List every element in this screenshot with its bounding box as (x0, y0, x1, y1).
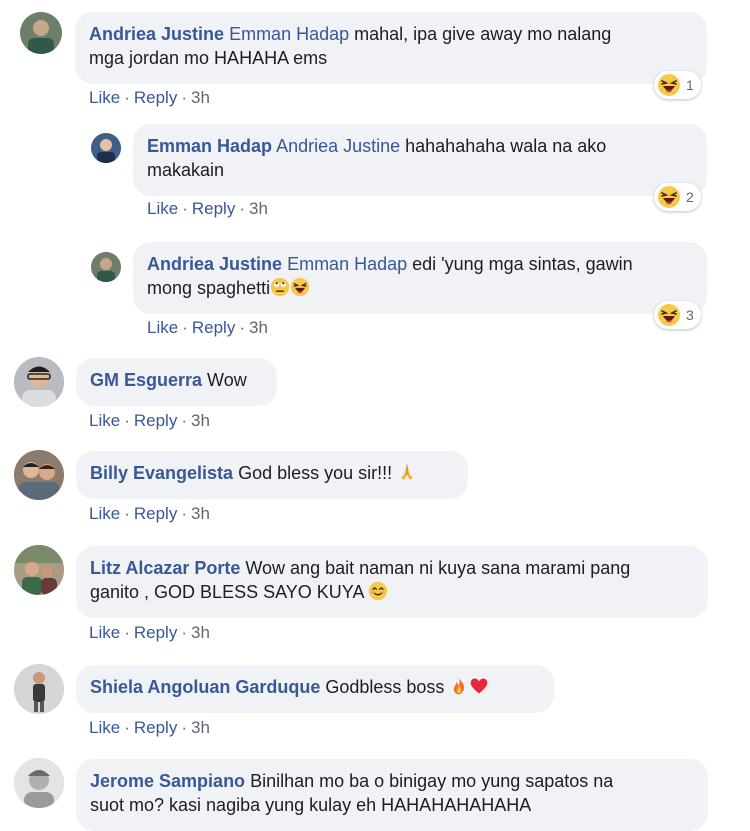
comment-text: edi 'yung mga sintas, gawin (407, 254, 633, 274)
comment-author[interactable]: GM Esguerra (90, 370, 202, 390)
comment-bubble: Andriea Justine Emman Hadap edi 'yung mg… (133, 242, 707, 314)
comment-text: ganito , GOD BLESS SAYO KUYA (90, 582, 369, 602)
reply-link[interactable]: Reply (134, 411, 177, 430)
avatar[interactable] (91, 252, 121, 282)
comment-author[interactable]: Andriea Justine (147, 254, 282, 274)
comment-bubble: Litz Alcazar Porte Wow ang bait naman ni… (76, 546, 708, 618)
like-link[interactable]: Like (147, 318, 178, 337)
comment-bubble: Shiela Angoluan Garduque Godbless boss (76, 665, 554, 713)
haha-reaction-icon (657, 73, 681, 97)
comment-text: suot mo? kasi nagiba yung kulay eh HAHAH… (90, 795, 532, 815)
comment-text: mong spaghetti (147, 278, 271, 298)
comment-text: Godbless boss (320, 677, 450, 697)
grin-emoji-icon (290, 277, 310, 297)
comment-mention[interactable]: Emman Hadap (229, 24, 349, 44)
like-link[interactable]: Like (89, 411, 120, 430)
reply-link[interactable]: Reply (134, 88, 177, 107)
reply-link[interactable]: Reply (134, 623, 177, 642)
comment-text: mahal, ipa give away mo nalang (349, 24, 612, 44)
comment-author[interactable]: Emman Hadap (147, 136, 272, 156)
avatar[interactable] (14, 450, 64, 500)
like-link[interactable]: Like (147, 199, 178, 218)
avatar[interactable] (20, 12, 62, 54)
avatar[interactable] (14, 664, 64, 714)
comment-author[interactable]: Billy Evangelista (90, 463, 233, 483)
comment-actions: Like · Reply · 3h (147, 199, 268, 218)
comment-mention[interactable]: Andriea Justine (276, 136, 400, 156)
comment-text: Wow (202, 370, 247, 390)
comment-bubble: Emman Hadap Andriea Justine hahahahaha w… (133, 124, 707, 196)
comment-author[interactable]: Litz Alcazar Porte (90, 558, 240, 578)
comment-author[interactable]: Shiela Angoluan Garduque (90, 677, 320, 697)
reaction-count: 1 (686, 77, 694, 93)
comment-actions: Like · Reply · 3h (89, 623, 210, 642)
eye-roll-emoji-icon (270, 277, 290, 297)
avatar[interactable] (91, 133, 121, 163)
haha-reaction-icon (657, 303, 681, 327)
like-link[interactable]: Like (89, 504, 120, 523)
avatar[interactable] (14, 545, 64, 595)
comment-text: God bless you sir!!! (233, 463, 398, 483)
comment-author[interactable]: Andriea Justine (89, 24, 224, 44)
avatar[interactable] (14, 758, 64, 808)
comment-actions: Like · Reply · 3h (89, 504, 210, 523)
comment-timestamp[interactable]: 3h (249, 199, 268, 218)
reaction-badge[interactable]: 3 (654, 301, 701, 329)
like-link[interactable]: Like (89, 623, 120, 642)
reaction-badge[interactable]: 2 (654, 183, 701, 211)
avatar[interactable] (14, 357, 64, 407)
reply-link[interactable]: Reply (134, 718, 177, 737)
comment-timestamp[interactable]: 3h (191, 623, 210, 642)
haha-reaction-icon (657, 185, 681, 209)
comment-timestamp[interactable]: 3h (191, 504, 210, 523)
smiling-emoji-icon (369, 581, 388, 601)
comment-actions: Like · Reply · 3h (147, 318, 268, 337)
comment-actions: Like · Reply · 3h (89, 718, 210, 737)
reaction-badge[interactable]: 1 (654, 71, 701, 99)
comment-text: makakain (147, 160, 225, 180)
reaction-count: 2 (686, 189, 694, 205)
like-link[interactable]: Like (89, 88, 120, 107)
reaction-count: 3 (686, 307, 694, 323)
comment-actions: Like · Reply · 3h (89, 88, 210, 107)
comment-text: Binilhan mo ba o binigay mo yung sapatos… (245, 771, 614, 791)
comment-text: mga jordan mo HAHAHA ems (89, 48, 328, 68)
comment-mention[interactable]: Emman Hadap (287, 254, 407, 274)
heart-emoji-icon (471, 678, 488, 694)
comment-actions: Like · Reply · 3h (89, 411, 210, 430)
reply-link[interactable]: Reply (192, 318, 235, 337)
fire-emoji-icon (454, 677, 465, 695)
comment-bubble: Jerome Sampiano Binilhan mo ba o binigay… (76, 759, 708, 831)
like-link[interactable]: Like (89, 718, 120, 737)
praying-hands-emoji-icon (401, 464, 413, 480)
reply-link[interactable]: Reply (192, 199, 235, 218)
comment-author[interactable]: Jerome Sampiano (90, 771, 245, 791)
comment-bubble: Billy Evangelista God bless you sir!!! (76, 451, 468, 499)
comment-text: Wow ang bait naman ni kuya sana marami p… (240, 558, 631, 578)
comment-timestamp[interactable]: 3h (191, 88, 210, 107)
comment-bubble: Andriea Justine Emman Hadap mahal, ipa g… (75, 12, 707, 84)
comment-timestamp[interactable]: 3h (191, 411, 210, 430)
comment-timestamp[interactable]: 3h (249, 318, 268, 337)
reply-link[interactable]: Reply (134, 504, 177, 523)
comment-text: hahahahaha wala na ako (400, 136, 607, 156)
comment-bubble: GM Esguerra Wow (76, 358, 277, 406)
comment-timestamp[interactable]: 3h (191, 718, 210, 737)
